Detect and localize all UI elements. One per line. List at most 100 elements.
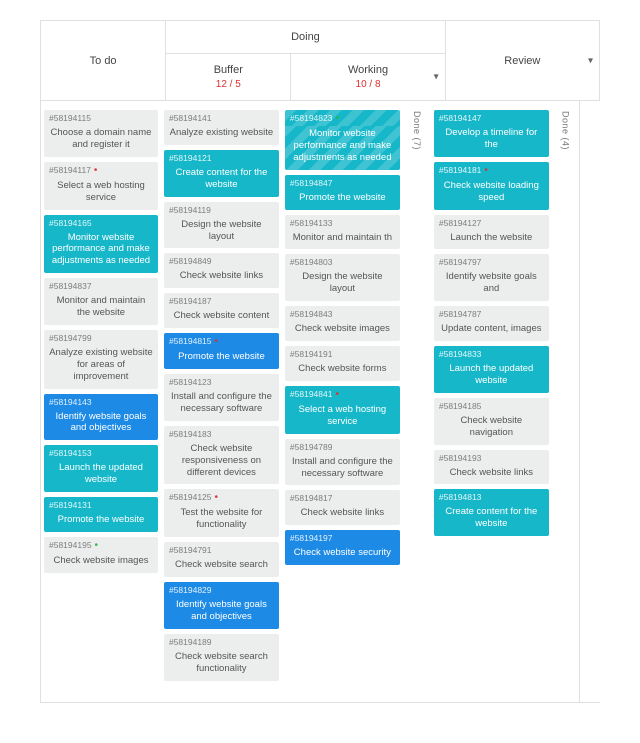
card-id: #58194803 [285,254,400,269]
card[interactable]: #58194803Design the website layout [285,254,400,301]
card-id: #58194181 [434,162,549,178]
card-id: #58194815 [164,333,279,349]
chevron-down-icon[interactable]: ▾ [434,72,439,83]
card[interactable]: #58194789Install and configure the neces… [285,439,400,486]
card[interactable]: #58194813Create content for the website [434,489,549,536]
card[interactable]: #58194183Check website responsiveness on… [164,426,279,485]
card-id: #58194791 [164,542,279,557]
card[interactable]: #58194837Monitor and maintain the websit… [44,278,158,325]
card-title: Analyze existing website for areas of im… [44,345,158,389]
card-title: Check website links [285,505,400,525]
card[interactable]: #58194187Check website content [164,293,279,328]
column-title: To do [45,55,161,67]
card[interactable]: #58194817Check website links [285,490,400,525]
column-done-right[interactable]: Done (4) [552,101,580,702]
card[interactable]: #58194153Launch the updated website [44,445,158,492]
card-id: #58194843 [285,306,400,321]
card[interactable]: #58194833Launch the updated website [434,346,549,393]
column-done-left[interactable]: Done (7) [403,101,431,702]
card[interactable]: #58194841Select a web hosting service [285,386,400,434]
card[interactable]: #58194191Check website forms [285,346,400,381]
card[interactable]: #58194133Monitor and maintain th [285,215,400,250]
card[interactable]: #58194197Check website security [285,530,400,565]
card-id: #58194143 [44,394,158,409]
card-title: Check website responsiveness on differen… [164,441,279,485]
card[interactable]: #58194815Promote the website [164,333,279,369]
done-collapsed-label: Done (7) [412,111,422,150]
card[interactable]: #58194849Check website links [164,253,279,288]
card[interactable]: #58194127Launch the website [434,215,549,250]
card-title: Update content, images [434,321,549,341]
card[interactable]: #58194829Identify website goals and obje… [164,582,279,629]
card-title: Check website search [164,557,279,577]
chevron-down-icon[interactable]: ▾ [588,55,593,66]
card[interactable]: #58194185Check website navigation [434,398,549,445]
card-id: #58194121 [164,150,279,165]
card-title: Install and configure the necessary soft… [164,389,279,421]
column-todo[interactable]: #58194115Choose a domain name and regist… [40,101,161,702]
card[interactable]: #58194143Identify website goals and obje… [44,394,158,441]
card-title: Create content for the website [164,165,279,197]
card[interactable]: #58194115Choose a domain name and regist… [44,110,158,157]
column-title: Buffer [170,64,286,76]
card-title: Check website images [285,321,400,341]
card-id: #58194837 [44,278,158,293]
column-working[interactable]: #58194823Monitor website performance and… [282,101,403,702]
card-id: #58194797 [434,254,549,269]
column-header-buffer[interactable]: Buffer 12 / 5 [166,54,291,101]
card[interactable]: #58194117Select a web hosting service [44,162,158,210]
card[interactable]: #58194189Check website search functional… [164,634,279,681]
card[interactable]: #58194125Test the website for functional… [164,489,279,537]
card-id: #58194183 [164,426,279,441]
card-id: #58194153 [44,445,158,460]
card[interactable]: #58194141Analyze existing website [164,110,279,145]
wip-limit: 10 / 8 [295,79,440,90]
card[interactable]: #58194123Install and configure the neces… [164,374,279,421]
card[interactable]: #58194165Monitor website performance and… [44,215,158,274]
card[interactable]: #58194193Check website links [434,450,549,485]
column-header-working[interactable]: Working 10 / 8 ▾ [291,54,445,101]
card-id: #58194833 [434,346,549,361]
card-id: #58194195 [44,537,158,553]
card[interactable]: #58194119Design the website layout [164,202,279,249]
card-title: Check website loading speed [434,178,549,210]
card-id: #58194123 [164,374,279,389]
board-header: To do Doing Review ▾ Buffer 12 / 5 Worki… [40,20,600,101]
card-id: #58194165 [44,215,158,230]
card-title: Launch the website [434,230,549,250]
card[interactable]: #58194843Check website images [285,306,400,341]
card-id: #58194841 [285,386,400,402]
wip-limit: 12 / 5 [170,79,286,90]
card-title: Identify website goals and objectives [44,409,158,441]
card-title: Check website security [285,545,400,565]
card[interactable]: #58194797Identify website goals and [434,254,549,301]
card-id: #58194189 [164,634,279,649]
card-id: #58194799 [44,330,158,345]
card-title: Analyze existing website [164,125,279,145]
column-header-review[interactable]: Review ▾ [445,21,599,101]
card[interactable]: #58194121Create content for the website [164,150,279,197]
card[interactable]: #58194181Check website loading speed [434,162,549,210]
card-title: Choose a domain name and register it [44,125,158,157]
done-collapsed-label: Done (4) [560,111,570,150]
card[interactable]: #58194847Promote the website [285,175,400,210]
card-title: Check website images [44,553,158,573]
card-title: Monitor and maintain the website [44,293,158,325]
card-title: Check website navigation [434,413,549,445]
card[interactable]: #58194195Check website images [44,537,158,573]
card-id: #58194847 [285,175,400,190]
card-title: Monitor and maintain th [285,230,400,250]
card-title: Install and configure the necessary soft… [285,454,400,486]
card-title: Launch the updated website [434,361,549,393]
column-header-todo[interactable]: To do [41,21,166,101]
card[interactable]: #58194791Check website search [164,542,279,577]
column-review[interactable]: #58194147Develop a timeline for the #5819… [431,101,552,702]
card[interactable]: #58194147Develop a timeline for the [434,110,549,157]
column-header-doing[interactable]: Doing [166,21,445,54]
card-title: Select a web hosting service [44,178,158,210]
card[interactable]: #58194823Monitor website performance and… [285,110,400,170]
column-buffer[interactable]: #58194141Analyze existing website #581941… [161,101,282,702]
card[interactable]: #58194787Update content, images [434,306,549,341]
card[interactable]: #58194131Promote the website [44,497,158,532]
card[interactable]: #58194799Analyze existing website for ar… [44,330,158,389]
